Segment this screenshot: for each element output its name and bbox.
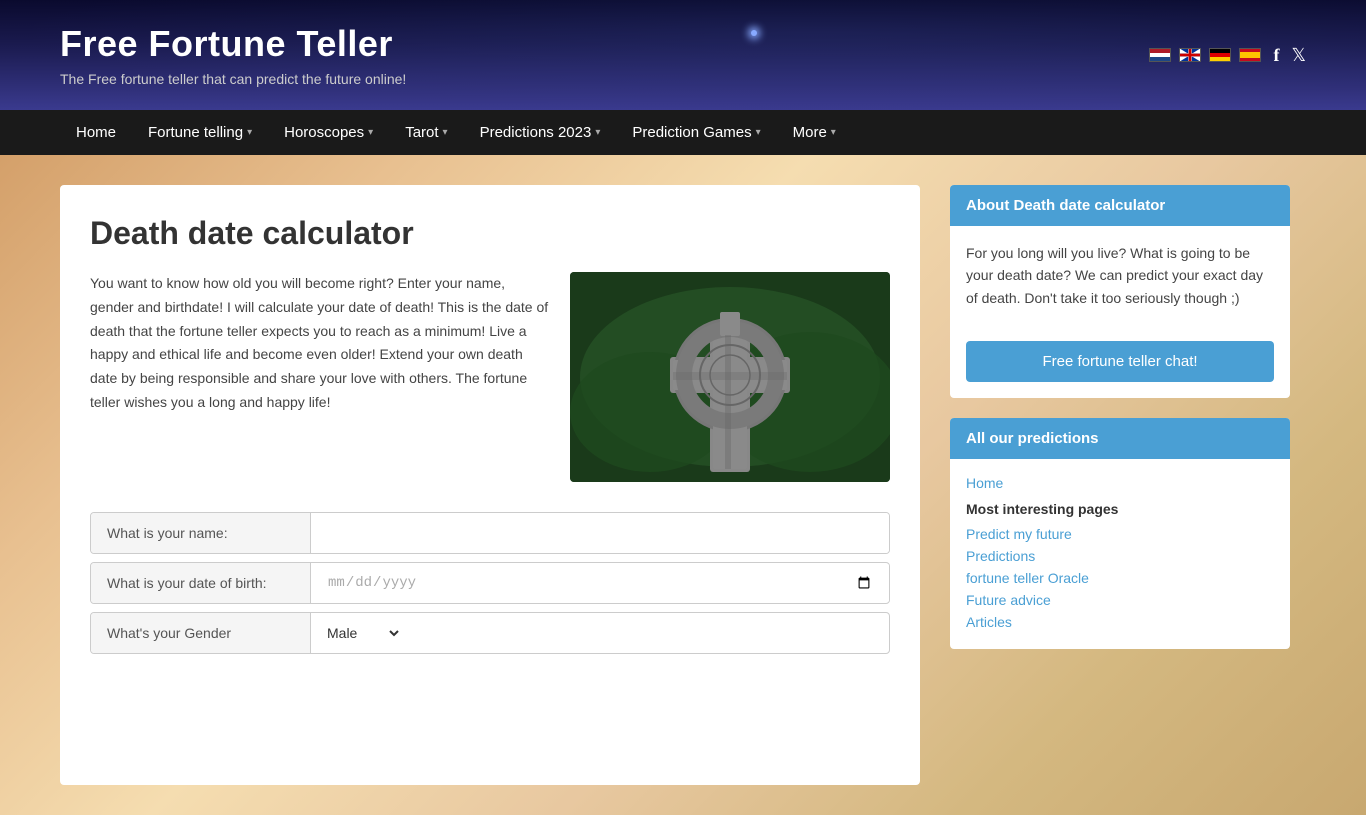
nav-item-prediction-games[interactable]: Prediction Games▾: [616, 110, 776, 155]
body-text: You want to know how old you will become…: [90, 272, 550, 482]
gender-field-group: What's your Gender Male Female Other: [90, 612, 890, 654]
site-subtitle: The Free fortune teller that can predict…: [60, 71, 406, 87]
dob-label: What is your date of birth:: [91, 563, 311, 603]
star-decoration: [751, 30, 757, 36]
chevron-down-icon: ▾: [756, 127, 761, 138]
nav-item-more[interactable]: More▾: [777, 110, 852, 155]
content-body: You want to know how old you will become…: [90, 272, 890, 482]
chat-button[interactable]: Free fortune teller chat!: [966, 341, 1274, 382]
sidebar-link-predictions[interactable]: Predictions: [966, 545, 1274, 567]
sidebar: About Death date calculator For you long…: [950, 185, 1290, 785]
nav-item-horoscopes[interactable]: Horoscopes▾: [268, 110, 389, 155]
nav-item-home[interactable]: Home: [60, 110, 132, 155]
sidebar-link-future-advice[interactable]: Future advice: [966, 589, 1274, 611]
calculator-form: What is your name: What is your date of …: [90, 512, 890, 654]
header-utilities: f 𝕏: [1149, 45, 1306, 66]
name-field-group: What is your name:: [90, 512, 890, 554]
sidebar-section-title: Most interesting pages: [966, 501, 1274, 517]
flag-nl[interactable]: [1149, 48, 1171, 62]
flag-uk[interactable]: [1179, 48, 1201, 62]
name-input[interactable]: [311, 513, 889, 553]
sidebar-home-link[interactable]: Home: [966, 475, 1274, 491]
nav-item-fortune-telling[interactable]: Fortune telling▾: [132, 110, 268, 155]
flag-es[interactable]: [1239, 48, 1261, 62]
celtic-cross-image: [570, 272, 890, 482]
gender-select[interactable]: Male Female Other: [311, 614, 402, 652]
about-card-text: For you long will you live? What is goin…: [966, 242, 1274, 309]
sidebar-link-predict-future[interactable]: Predict my future: [966, 523, 1274, 545]
main-navigation: Home Fortune telling▾ Horoscopes▾ Tarot▾…: [0, 110, 1366, 155]
chevron-down-icon: ▾: [368, 127, 373, 138]
nav-item-predictions-2023[interactable]: Predictions 2023▾: [464, 110, 617, 155]
dob-field-group: What is your date of birth:: [90, 562, 890, 604]
sidebar-link-oracle[interactable]: fortune teller Oracle: [966, 567, 1274, 589]
about-card: About Death date calculator For you long…: [950, 185, 1290, 398]
twitter-link[interactable]: 𝕏: [1291, 45, 1306, 66]
name-label: What is your name:: [91, 513, 311, 553]
page-title: Death date calculator: [90, 215, 890, 252]
predictions-card-header: All our predictions: [950, 418, 1290, 459]
header-branding: Free Fortune Teller The Free fortune tel…: [60, 23, 406, 87]
chevron-down-icon: ▾: [443, 127, 448, 138]
dob-input[interactable]: [311, 564, 889, 602]
gender-label: What's your Gender: [91, 613, 311, 653]
chevron-down-icon: ▾: [247, 127, 252, 138]
about-card-header: About Death date calculator: [950, 185, 1290, 226]
about-card-body: For you long will you live? What is goin…: [950, 226, 1290, 325]
predictions-card-body: Home Most interesting pages Predict my f…: [950, 459, 1290, 649]
facebook-link[interactable]: f: [1273, 45, 1279, 66]
chevron-down-icon: ▾: [595, 127, 600, 138]
sidebar-link-articles[interactable]: Articles: [966, 611, 1274, 633]
flag-de[interactable]: [1209, 48, 1231, 62]
chevron-down-icon: ▾: [831, 127, 836, 138]
main-content: Death date calculator You want to know h…: [60, 185, 920, 785]
predictions-card: All our predictions Home Most interestin…: [950, 418, 1290, 649]
site-title: Free Fortune Teller: [60, 23, 406, 65]
nav-item-tarot[interactable]: Tarot▾: [389, 110, 463, 155]
site-header: Free Fortune Teller The Free fortune tel…: [0, 0, 1366, 110]
page-background: Death date calculator You want to know h…: [0, 155, 1366, 815]
